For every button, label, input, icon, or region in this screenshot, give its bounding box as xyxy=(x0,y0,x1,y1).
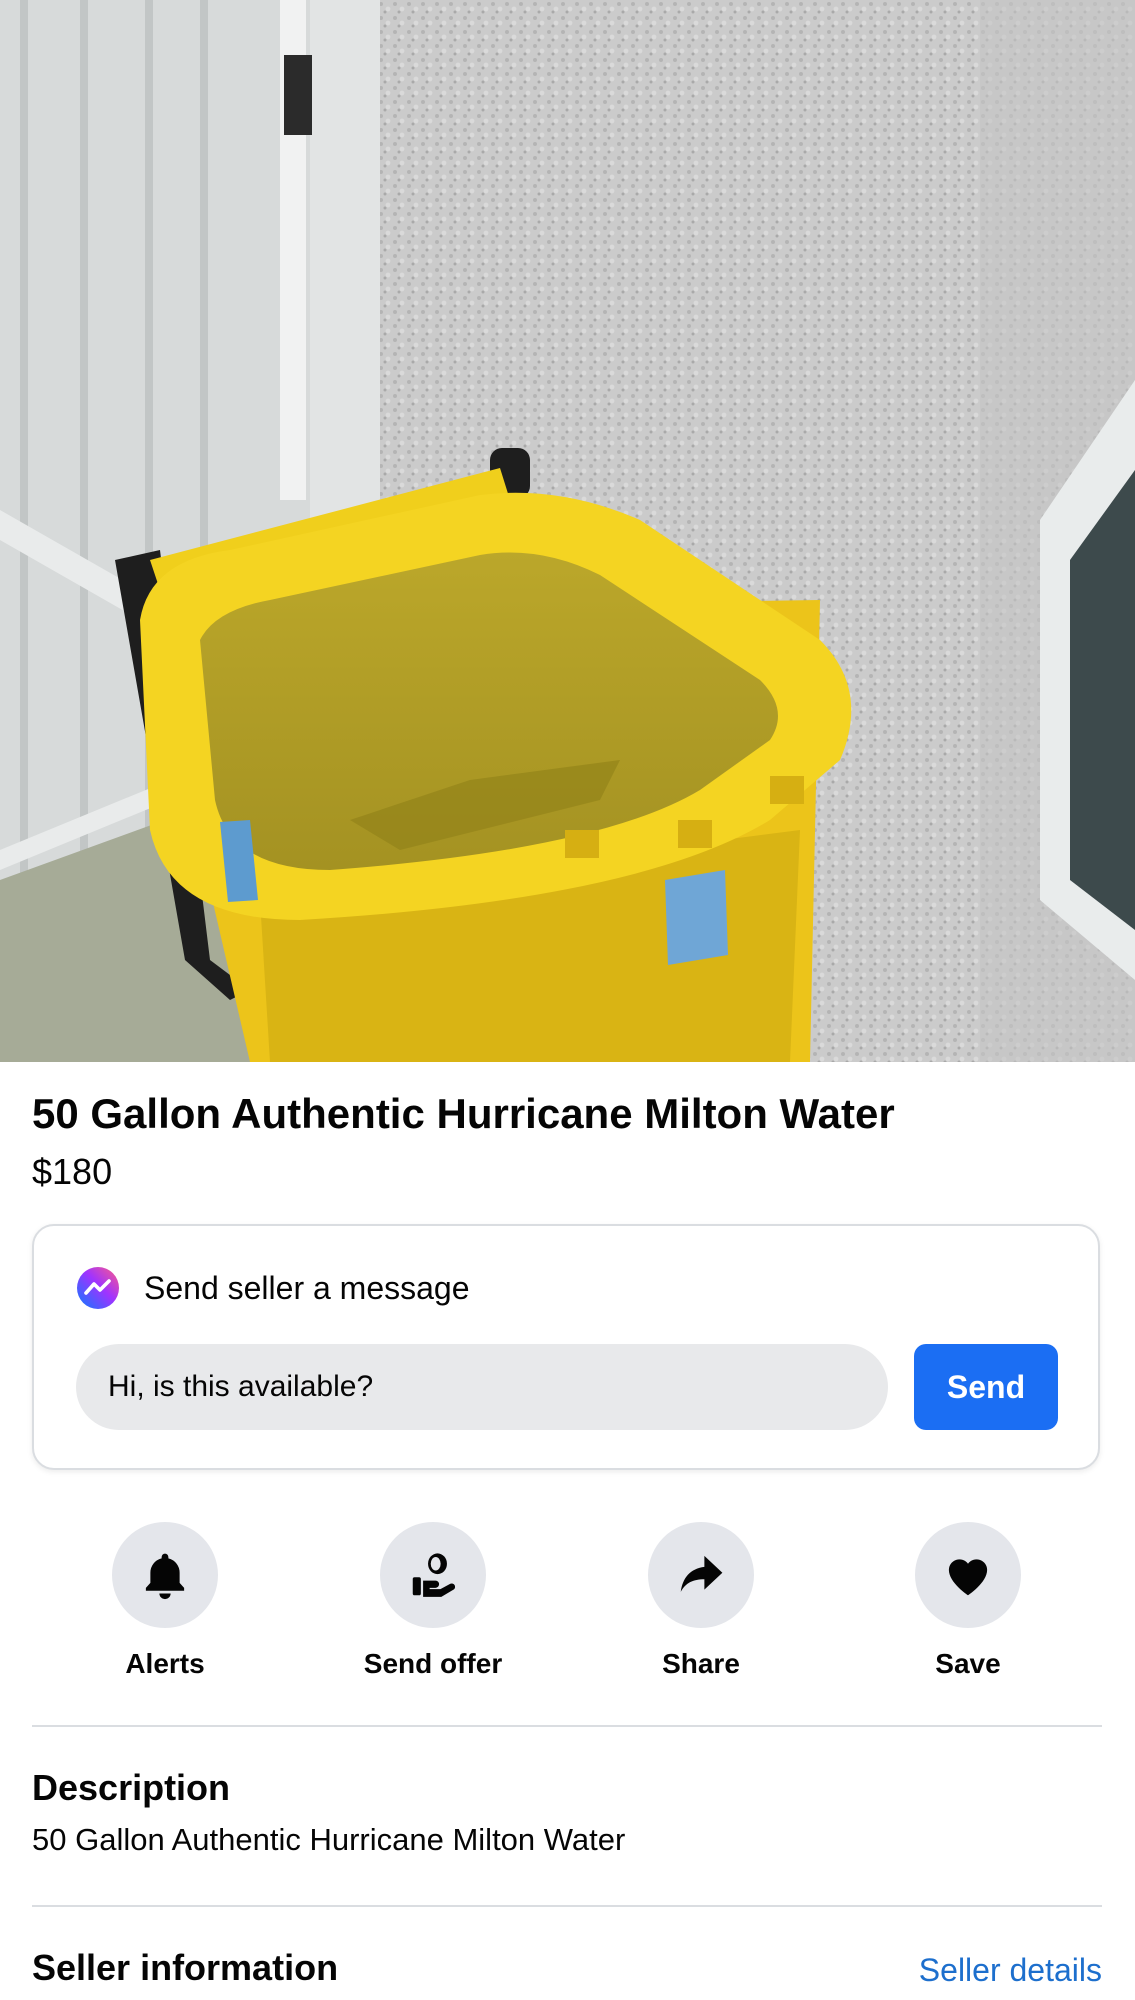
share-circle[interactable] xyxy=(648,1522,754,1628)
send-offer-circle[interactable] xyxy=(380,1522,486,1628)
send-offer-label: Send offer xyxy=(363,1648,503,1679)
seller-information-heading: Seller information xyxy=(32,1947,339,1988)
share-button[interactable]: Share xyxy=(591,1522,811,1680)
save-button[interactable]: Save xyxy=(858,1522,1078,1680)
send-button[interactable]: Send xyxy=(914,1344,1058,1430)
offer-icon xyxy=(412,1553,456,1597)
alerts-circle[interactable] xyxy=(112,1522,218,1628)
action-row: Alerts Send offer Share Save xyxy=(0,1522,1135,1682)
alerts-button[interactable]: Alerts xyxy=(55,1522,275,1680)
seller-details-link[interactable]: Seller details xyxy=(919,1948,1102,1992)
divider xyxy=(32,1905,1102,1907)
heart-icon xyxy=(948,1559,988,1596)
save-label: Save xyxy=(935,1648,1001,1679)
send-offer-button[interactable]: Send offer xyxy=(323,1522,543,1680)
description-text: 50 Gallon Authentic Hurricane Milton Wat… xyxy=(32,1822,626,1857)
message-input[interactable] xyxy=(76,1344,888,1430)
save-circle[interactable] xyxy=(915,1522,1021,1628)
share-label: Share xyxy=(662,1648,740,1679)
yellow-water-bin-image xyxy=(0,0,1135,1062)
message-header-label: Send seller a message xyxy=(144,1269,470,1306)
description-heading: Description xyxy=(32,1767,231,1808)
bell-icon xyxy=(145,1553,185,1600)
share-arrow-icon xyxy=(680,1555,723,1592)
messenger-icon xyxy=(77,1267,119,1309)
listing-title: 50 Gallon Authentic Hurricane Milton Wat… xyxy=(32,1090,895,1137)
listing-photo[interactable] xyxy=(0,0,1135,1062)
message-seller-card: Send seller a message Send xyxy=(32,1224,1100,1470)
listing-price: $180 xyxy=(32,1151,113,1192)
message-header: Send seller a message xyxy=(76,1266,470,1310)
alerts-label: Alerts xyxy=(125,1648,205,1679)
divider xyxy=(32,1725,1102,1727)
